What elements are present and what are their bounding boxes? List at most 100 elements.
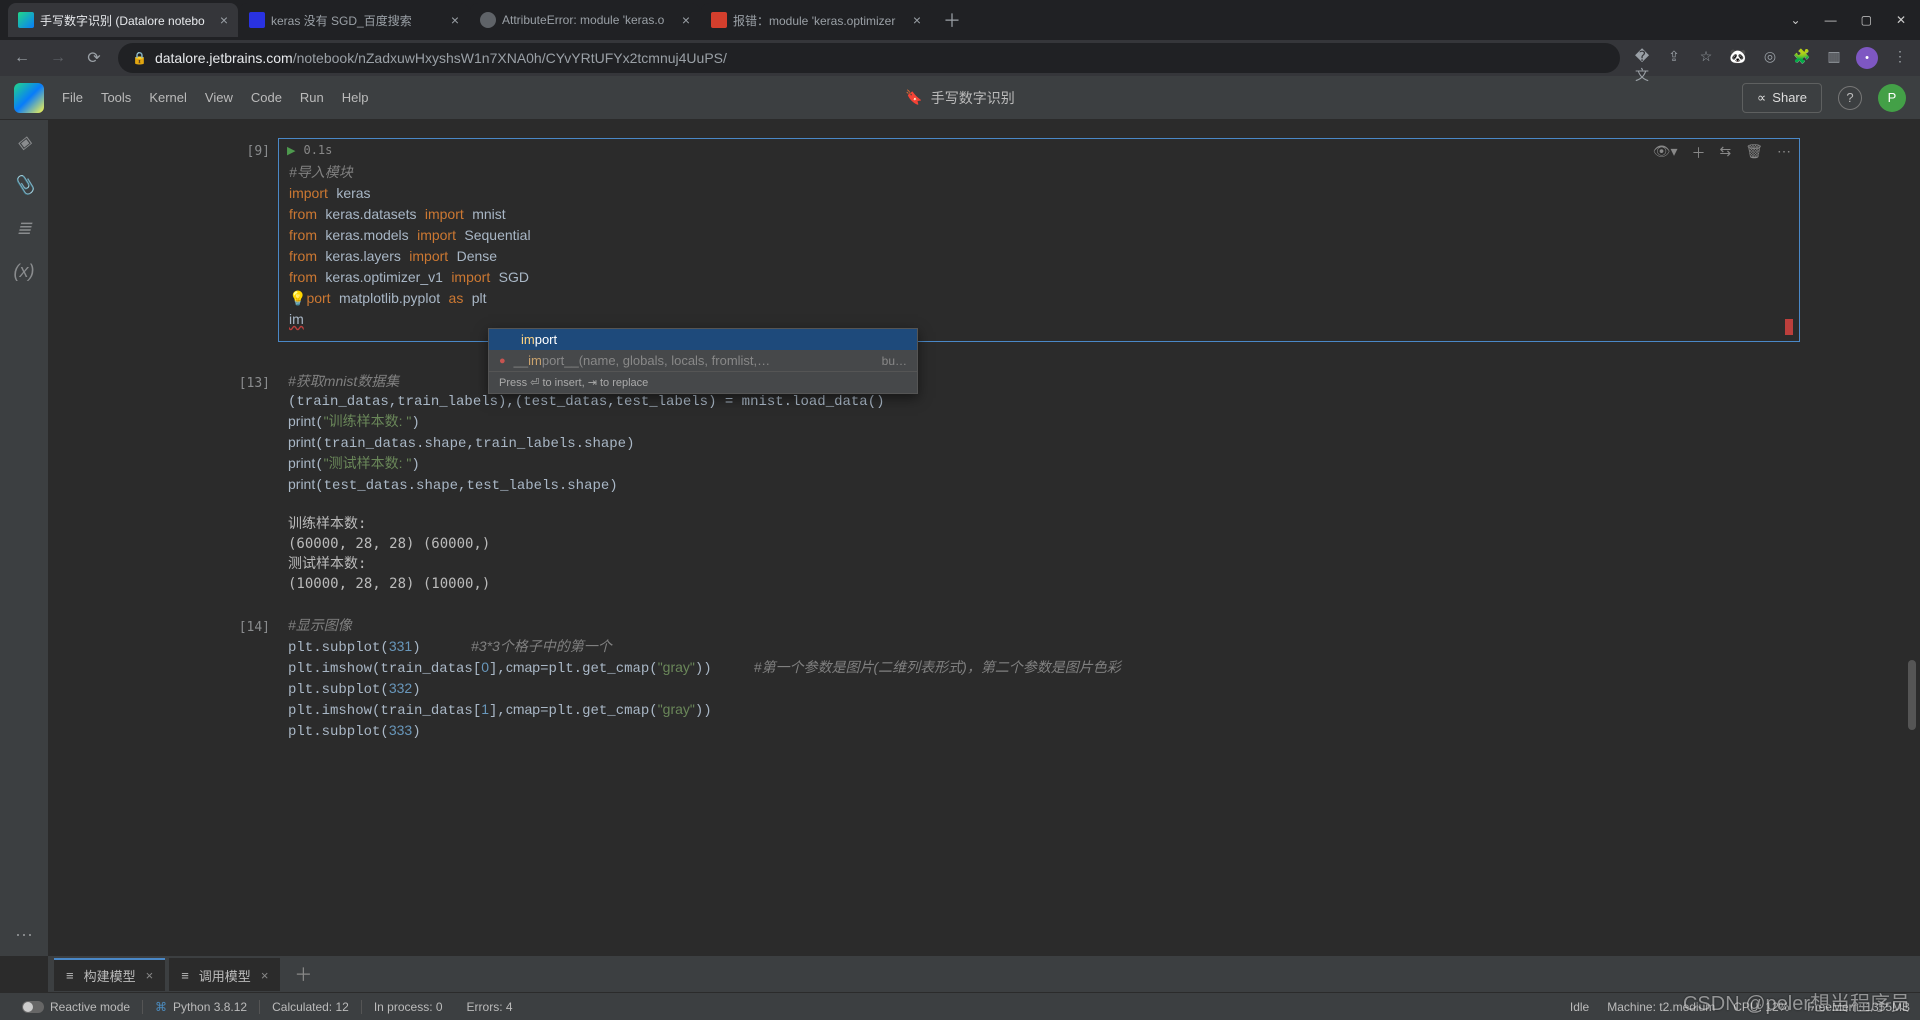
profile-avatar[interactable]: • (1856, 47, 1878, 69)
scrollbar-thumb[interactable] (1908, 660, 1916, 730)
share-button[interactable]: ∝ Share (1742, 83, 1822, 113)
new-tab-button[interactable]: ＋ (938, 6, 966, 34)
sheet-tab-bar: ≡ 构建模型 × ≡ 调用模型 × ＋ (48, 956, 1920, 992)
autocomplete-item[interactable]: ● __import__(name, globals, locals, from… (489, 350, 917, 371)
add-sheet-button[interactable]: ＋ (284, 961, 322, 987)
help-menu[interactable]: Help (342, 90, 369, 105)
code-editor[interactable]: #显示图像 plt.subplot(331) #3*3个格子中的第一个 plt.… (278, 614, 1800, 752)
error-gutter-marker[interactable] (1785, 319, 1793, 335)
delete-cell-icon[interactable]: 🗑 (1745, 143, 1763, 163)
bookmark-icon: 🔖 (905, 89, 922, 106)
extension-icon[interactable]: 🐼 (1728, 48, 1748, 68)
browser-tab-strip: 手写数字识别 (Datalore notebo × keras 没有 SGD_百… (0, 0, 1920, 40)
forward-icon[interactable]: → (46, 49, 70, 67)
chevron-down-icon[interactable]: ⌄ (1791, 13, 1801, 27)
close-icon[interactable]: × (261, 968, 269, 983)
code-editor[interactable]: #导入模块 import keras from keras.datasets i… (279, 161, 1799, 341)
autocomplete-item-selected[interactable]: import (489, 329, 917, 350)
sheet-tab-active[interactable]: ≡ 构建模型 × (54, 958, 165, 991)
toggle-icon (22, 1001, 44, 1013)
code-cell[interactable]: #显示图像 plt.subplot(331) #3*3个格子中的第一个 plt.… (278, 614, 1800, 752)
calculated-count: Calculated: 12 (260, 1000, 362, 1014)
close-icon[interactable]: × (220, 12, 228, 28)
close-icon[interactable]: × (682, 12, 690, 28)
lightbulb-icon[interactable]: 💡 (289, 290, 306, 306)
close-window-icon[interactable]: ✕ (1896, 13, 1906, 27)
help-button[interactable]: ? (1838, 86, 1862, 110)
notebook-title[interactable]: 🔖 手写数字识别 (905, 88, 1014, 108)
error-count[interactable]: Errors: 4 (455, 1000, 525, 1014)
tab-title: AttributeError: module 'keras.o (502, 13, 676, 27)
browser-toolbar: ← → ⟳ 🔒 datalore.jetbrains.com/notebook/… (0, 40, 1920, 76)
browser-tab[interactable]: 报错：module 'keras.optimizer × (701, 3, 931, 37)
autocomplete-hint: Press ⏎ to insert, ⇥ to replace (489, 371, 917, 393)
baidu-favicon (249, 12, 265, 28)
close-icon[interactable]: × (451, 12, 459, 28)
star-icon[interactable]: ☆ (1696, 48, 1716, 68)
file-menu[interactable]: File (62, 90, 83, 105)
kernel-menu[interactable]: Kernel (149, 90, 187, 105)
run-icon[interactable]: ▶ (287, 144, 295, 157)
close-icon[interactable]: × (913, 12, 921, 28)
sheet-label: 构建模型 (84, 966, 136, 985)
reload-icon[interactable]: ⟳ (82, 48, 106, 68)
sheet-tab[interactable]: ≡ 调用模型 × (169, 958, 280, 991)
attachment-icon[interactable]: 📎 (13, 175, 35, 196)
reactive-mode-toggle[interactable]: Reactive mode (10, 1000, 143, 1014)
address-bar[interactable]: 🔒 datalore.jetbrains.com/notebook/nZadxu… (118, 43, 1620, 73)
cell-prompt: [14] (228, 614, 278, 752)
csdn-favicon (711, 12, 727, 28)
more-icon[interactable]: ⋯ (15, 925, 33, 946)
browser-tab-active[interactable]: 手写数字识别 (Datalore notebo × (8, 3, 238, 37)
user-avatar[interactable]: P (1878, 84, 1906, 112)
machine-info[interactable]: Machine: t2.medium (1607, 1000, 1715, 1014)
kernel-state: Idle (1570, 1000, 1589, 1014)
tools-menu[interactable]: Tools (101, 90, 131, 105)
app-header: File Tools Kernel View Code Run Help 🔖 手… (0, 76, 1920, 120)
incomplete-input: im (289, 311, 304, 327)
code-cell-active[interactable]: ▶ 0.1s 👁▾ ＋ ⇆ 🗑 ⋯ #导入模块 import keras fro… (278, 138, 1800, 342)
vertical-scrollbar[interactable] (1908, 120, 1918, 956)
translate-icon[interactable]: �文 (1632, 48, 1652, 68)
mem-info: FreeMem: 1355MB (1807, 1000, 1910, 1014)
browser-tab[interactable]: AttributeError: module 'keras.o × (470, 3, 700, 37)
share-label: Share (1772, 90, 1807, 105)
add-cell-icon[interactable]: ＋ (1691, 143, 1705, 163)
back-icon[interactable]: ← (10, 49, 34, 67)
cell-prompt: [13] (228, 370, 278, 608)
lock-icon: 🔒 (132, 51, 147, 65)
browser-tab[interactable]: keras 没有 SGD_百度搜索 × (239, 3, 469, 37)
tab-title: keras 没有 SGD_百度搜索 (271, 12, 445, 29)
kebab-menu-icon[interactable]: ⋮ (1890, 48, 1910, 68)
share-page-icon[interactable]: ⇪ (1664, 48, 1684, 68)
extensions-puzzle-icon[interactable]: 🧩 (1792, 48, 1812, 68)
code-cell[interactable]: #获取mnist数据集 (train_datas,train_labels),(… (278, 370, 1800, 608)
cell-output: 训练样本数: (60000, 28, 28) (60000,) 测试样本数: (… (278, 506, 1800, 608)
run-menu[interactable]: Run (300, 90, 324, 105)
variables-icon[interactable]: (x) (14, 261, 35, 282)
exec-time: 0.1s (303, 143, 332, 157)
sheet-icon: ≡ (66, 968, 74, 983)
minimize-icon[interactable]: — (1825, 13, 1837, 27)
python-version[interactable]: ⌘ Python 3.8.12 (143, 1000, 260, 1014)
visibility-icon[interactable]: 👁▾ (1653, 143, 1678, 163)
move-cell-icon[interactable]: ⇆ (1719, 143, 1731, 163)
more-cell-icon[interactable]: ⋯ (1777, 143, 1791, 163)
tab-title: 报错：module 'keras.optimizer (733, 12, 907, 29)
code-menu[interactable]: Code (251, 90, 282, 105)
cell-toolbar: 👁▾ ＋ ⇆ 🗑 ⋯ (1653, 143, 1791, 163)
outline-icon[interactable]: ≣ (16, 218, 31, 239)
datalore-logo[interactable] (14, 83, 44, 113)
url-text: datalore.jetbrains.com/notebook/nZadxuwH… (155, 50, 727, 66)
error-badge-icon: ● (499, 355, 506, 367)
side-panel-icon[interactable]: ▥ (1824, 48, 1844, 68)
maximize-icon[interactable]: ▢ (1861, 13, 1872, 27)
view-menu[interactable]: View (205, 90, 233, 105)
extension-icon[interactable]: ◎ (1760, 48, 1780, 68)
package-icon[interactable]: ◈ (17, 132, 31, 153)
sheet-label: 调用模型 (199, 966, 251, 985)
close-icon[interactable]: × (146, 968, 154, 983)
notebook-area: [9] ▶ 0.1s 👁▾ ＋ ⇆ 🗑 ⋯ #导入模块 import keras… (48, 120, 1920, 956)
sheet-icon: ≡ (181, 968, 189, 983)
cell-prompt: [9] (228, 138, 278, 342)
